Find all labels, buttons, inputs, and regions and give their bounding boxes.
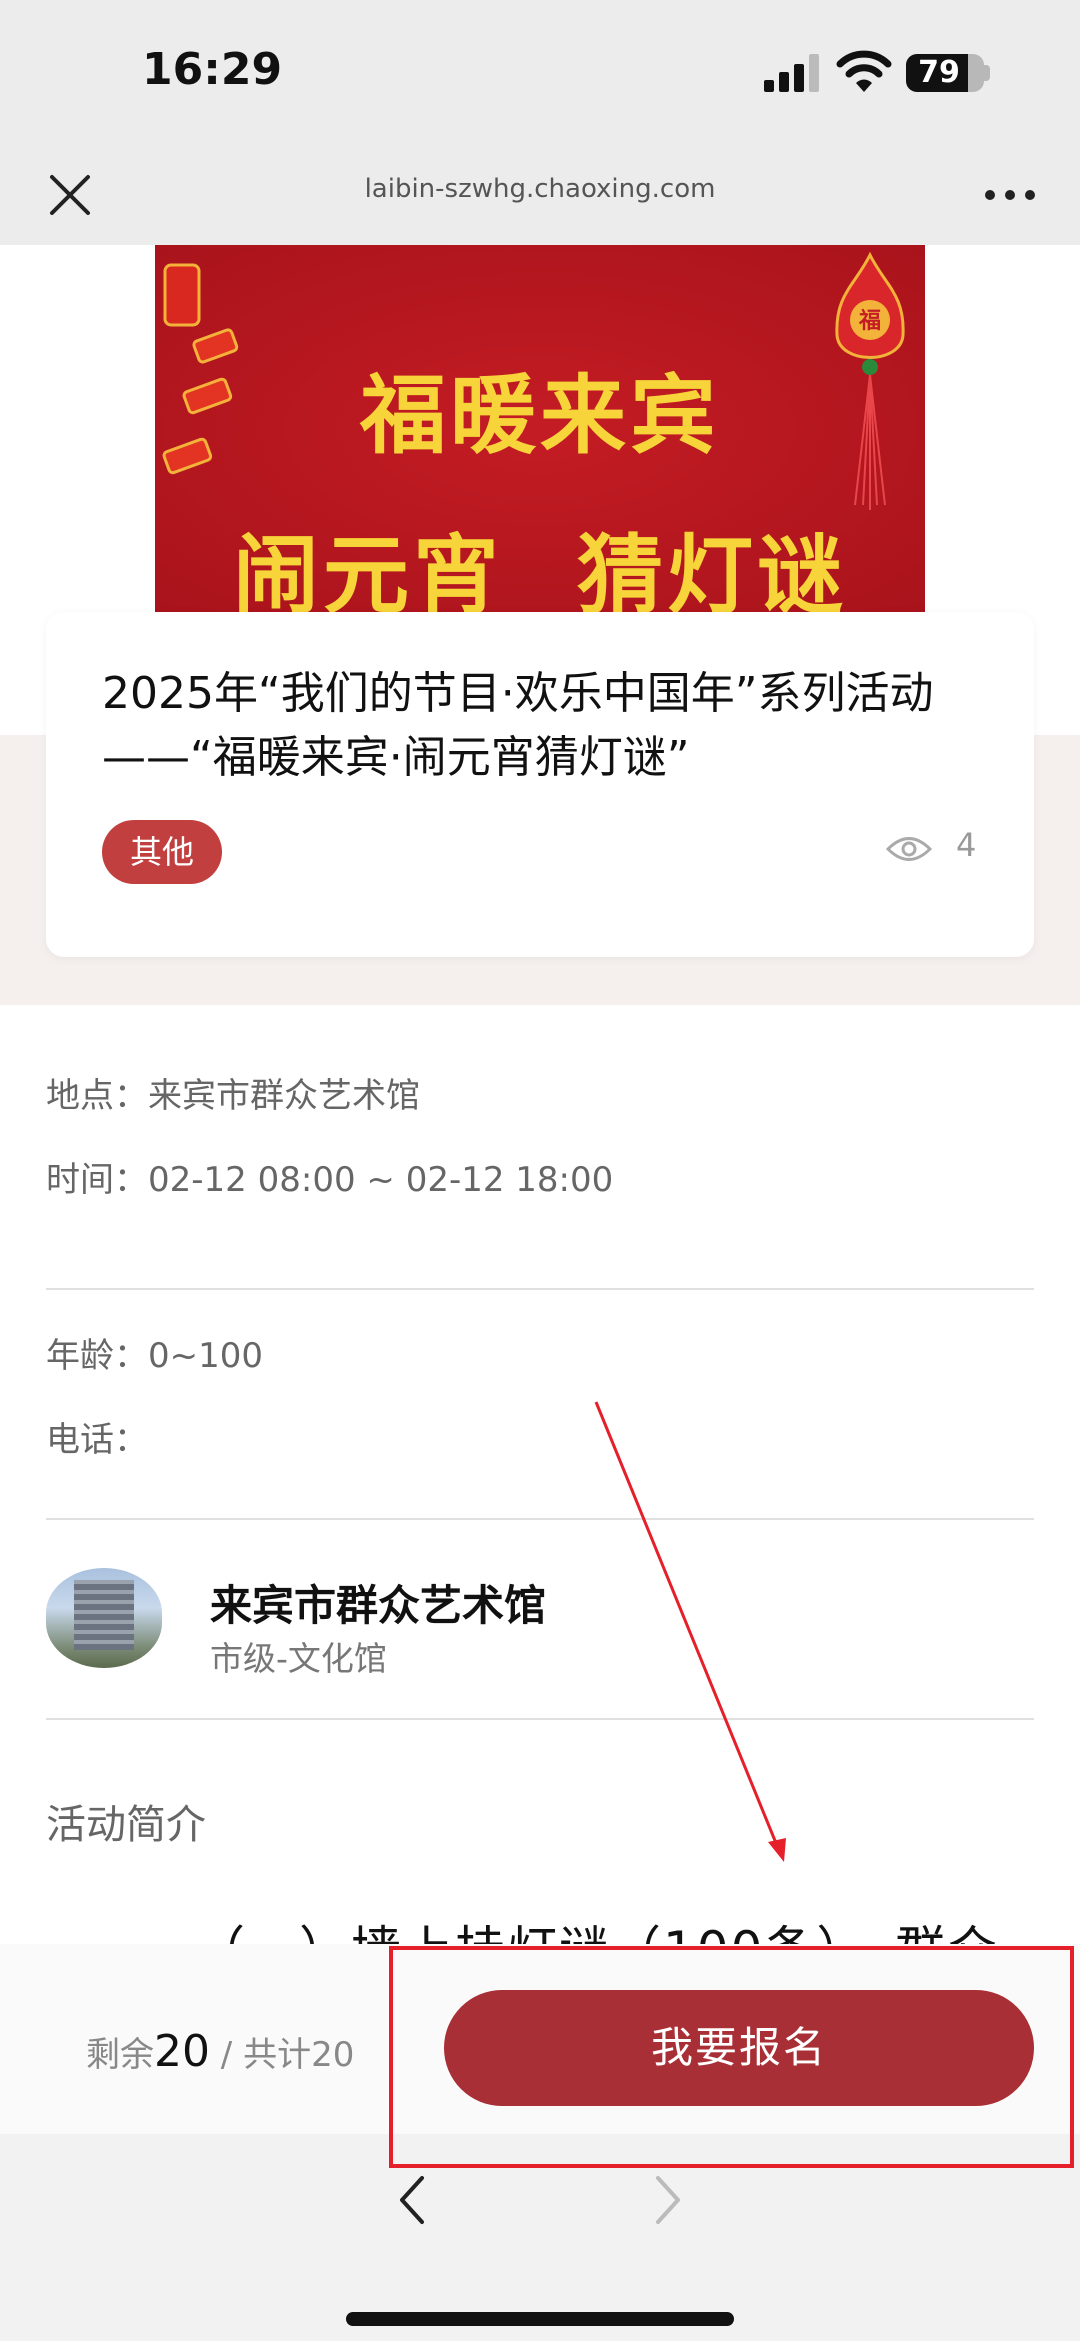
home-indicator[interactable] xyxy=(346,2312,734,2326)
intro-section-title: 活动简介 xyxy=(46,1802,206,1848)
view-count: 4 xyxy=(956,826,977,864)
back-arrow-icon[interactable] xyxy=(390,2170,434,2230)
battery-icon: 79 xyxy=(906,54,984,92)
battery-cap xyxy=(984,65,990,81)
more-options-button[interactable] xyxy=(975,175,1045,215)
remaining-count: 20 xyxy=(154,2026,210,2077)
category-tag: 其他 xyxy=(102,820,223,884)
time-value: 02-12 08:00 ~ 02-12 18:00 xyxy=(148,1160,614,1200)
status-time: 16:29 xyxy=(142,44,283,95)
divider xyxy=(46,1718,1034,1720)
organizer-name[interactable]: 来宾市群众艺术馆 xyxy=(210,1572,546,1633)
activity-title-card: 2025年“我们的节目·欢乐中国年”系列活动——“福暖来宾·闹元宵猜灯谜” 其他… xyxy=(46,612,1034,957)
age-value: 0~100 xyxy=(148,1336,264,1376)
cellular-signal-icon xyxy=(764,54,822,92)
location-row: 地点：来宾市群众艺术馆 xyxy=(46,1068,420,1117)
activity-title: 2025年“我们的节目·欢乐中国年”系列活动——“福暖来宾·闹元宵猜灯谜” xyxy=(102,668,934,783)
total-label: / 共计20 xyxy=(210,2035,355,2075)
banner-line-1: 福暖来宾 xyxy=(360,366,720,466)
organizer-avatar[interactable] xyxy=(46,1568,162,1668)
location-value: 来宾市群众艺术馆 xyxy=(148,1076,420,1116)
location-label: 地点： xyxy=(46,1076,148,1116)
forward-arrow-icon[interactable] xyxy=(646,2170,690,2230)
time-row: 时间：02-12 08:00 ~ 02-12 18:00 xyxy=(46,1152,613,1201)
phone-label: 电话： xyxy=(46,1420,148,1460)
quota-text: 剩余20 / 共计20 xyxy=(86,2026,354,2077)
divider xyxy=(46,1518,1034,1520)
lantern-character: 福 xyxy=(858,309,881,334)
activity-banner: 福暖来宾 闹元宵 猜灯谜 福 xyxy=(155,245,925,613)
battery-percent: 79 xyxy=(918,55,960,90)
status-bar: 16:29 79 xyxy=(0,0,1080,140)
divider xyxy=(46,1288,1034,1290)
time-label: 时间： xyxy=(46,1160,148,1200)
phone-row: 电话： xyxy=(46,1412,148,1461)
wifi-icon xyxy=(836,50,892,92)
age-label: 年龄： xyxy=(46,1336,148,1376)
browser-nav-bar: laibin-szwhg.chaoxing.com xyxy=(0,140,1080,245)
lantern-icon: 福 xyxy=(835,251,905,510)
organizer-type: 市级-文化馆 xyxy=(210,1639,387,1678)
url-label: laibin-szwhg.chaoxing.com xyxy=(364,174,716,204)
annotation-highlight-box xyxy=(389,1946,1074,2168)
eye-icon xyxy=(886,837,932,861)
banner-line-2: 闹元宵 猜灯谜 xyxy=(233,526,847,613)
age-row: 年龄：0~100 xyxy=(46,1328,263,1377)
remaining-label: 剩余 xyxy=(86,2035,154,2075)
